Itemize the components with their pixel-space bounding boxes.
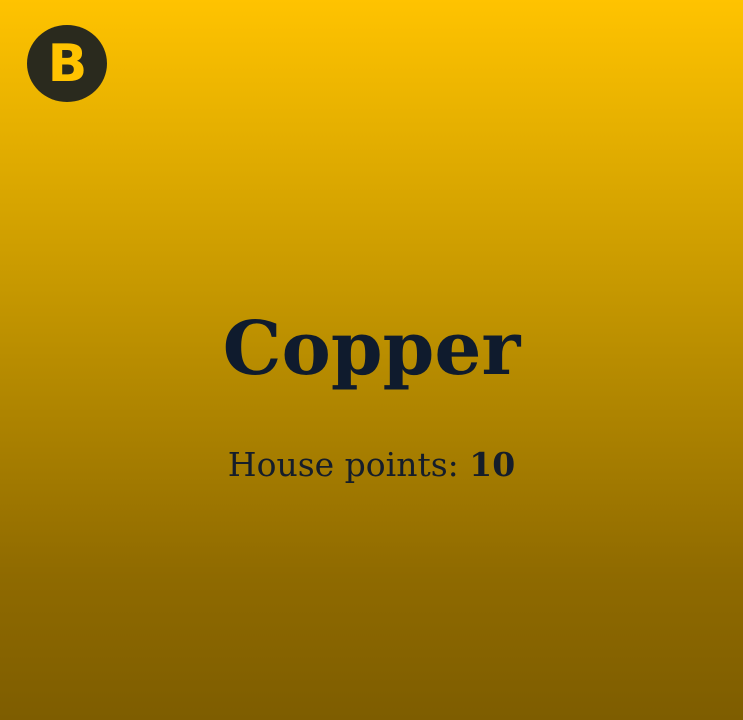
brand-logo-icon: B bbox=[27, 25, 107, 102]
house-name: Copper bbox=[222, 306, 521, 392]
house-points-value: 10 bbox=[469, 445, 516, 484]
brand-logo-letter: B bbox=[47, 33, 88, 94]
house-points-label: House points: bbox=[227, 445, 470, 484]
house-points: House points: 10 bbox=[0, 444, 743, 486]
